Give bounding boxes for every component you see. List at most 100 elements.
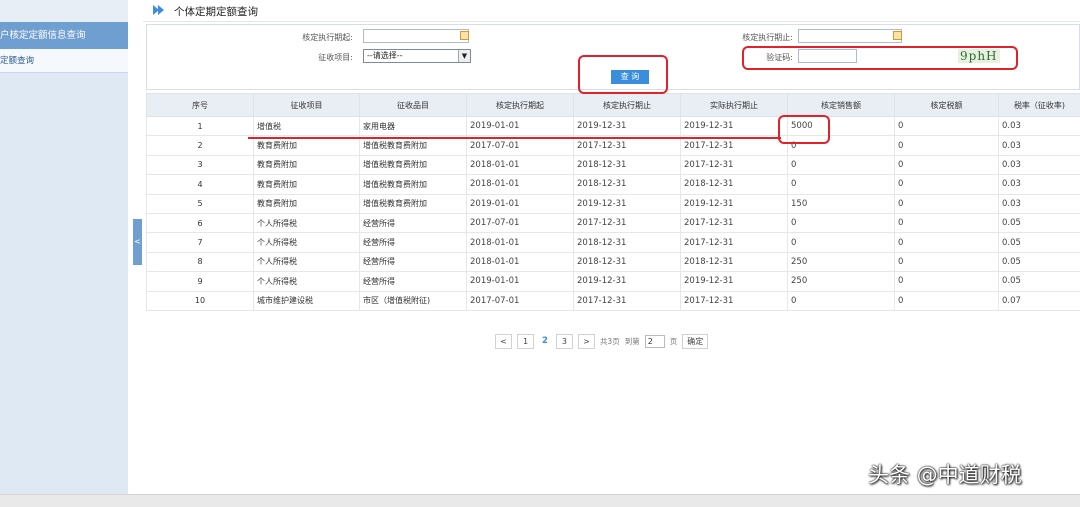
table-cell: 个人所得税 xyxy=(253,271,360,292)
table-cell: 0 xyxy=(787,154,895,176)
table-cell: 0.07 xyxy=(998,290,1080,311)
table-row[interactable]: 6 个人所得税 经营所得 2017-07-01 2017-12-31 2017-12-31… xyxy=(146,212,1080,234)
column-header: 核定执行期止 xyxy=(573,93,681,117)
table-cell: 0 xyxy=(894,154,999,176)
double-arrow-right-icon xyxy=(153,5,165,18)
table-cell: 2018-12-31 xyxy=(573,174,681,195)
annotation-captcha-circle xyxy=(742,46,1018,70)
page-1-button[interactable]: 1 xyxy=(517,333,534,349)
column-header: 核定执行期起 xyxy=(466,93,574,117)
column-header: 税率（征收率) xyxy=(998,93,1080,117)
end-date-input[interactable] xyxy=(798,29,902,43)
goto-label: 到第 xyxy=(624,336,640,346)
table-row[interactable]: 9 个人所得税 经营所得 2019-01-01 2019-12-31 2019-12-31… xyxy=(146,271,1080,292)
table-cell: 家用电器 xyxy=(359,115,467,137)
table-cell: 2018-12-31 xyxy=(680,174,788,195)
table-cell: 8 xyxy=(146,251,254,273)
table-cell: 经营所得 xyxy=(359,251,467,273)
table-cell: 增值税教育费附加 xyxy=(359,193,467,214)
table-cell: 增值税教育费附加 xyxy=(359,174,467,195)
table-cell: 2019-01-01 xyxy=(466,115,574,137)
table-cell: 2018-01-01 xyxy=(466,251,574,273)
table-cell: 2017-12-31 xyxy=(680,232,788,253)
table-cell: 0 xyxy=(894,193,999,214)
total-pages-text: 共3页 xyxy=(599,336,620,346)
table-cell: 2017-12-31 xyxy=(573,290,681,311)
pagination: < 1 2 3 > 共3页 到第 2 页 确定 xyxy=(495,333,709,349)
table-cell: 2018-01-01 xyxy=(466,174,574,195)
table-cell: 0.05 xyxy=(998,232,1080,253)
start-date-label: 核定执行期起: xyxy=(302,33,353,42)
next-page-button[interactable]: > xyxy=(577,333,595,349)
table-cell: 2019-12-31 xyxy=(573,115,681,137)
table-cell: 1 xyxy=(146,115,254,137)
table-cell: 个人所得税 xyxy=(253,232,360,253)
table-cell: 增值税 xyxy=(253,115,360,137)
table-cell: 0 xyxy=(787,232,895,253)
table-cell: 2018-12-31 xyxy=(573,154,681,176)
table-cell: 5 xyxy=(146,193,254,214)
table-cell: 增值税教育费附加 xyxy=(359,154,467,176)
sidebar-header xyxy=(0,0,128,22)
table-cell: 2019-12-31 xyxy=(680,115,788,137)
table-row[interactable]: 7 个人所得税 经营所得 2018-01-01 2018-12-31 2017-12-31… xyxy=(146,232,1080,253)
table-cell: 2019-01-01 xyxy=(466,193,574,214)
item-select[interactable]: --请选择-- ▼ xyxy=(363,49,471,63)
horizontal-scrollbar[interactable] xyxy=(0,494,1080,507)
page-3-button[interactable]: 3 xyxy=(555,333,573,349)
sidebar-collapse-handle[interactable]: < xyxy=(133,219,142,265)
annotation-underline xyxy=(248,137,781,139)
table-cell: 7 xyxy=(146,232,254,253)
item-label: 征收项目: xyxy=(318,53,353,62)
table-cell: 2017-12-31 xyxy=(573,212,681,234)
table-cell: 0 xyxy=(894,212,999,234)
table-cell: 2017-12-31 xyxy=(680,154,788,176)
table-cell: 4 xyxy=(146,174,254,195)
dropdown-arrow-icon[interactable]: ▼ xyxy=(458,50,470,62)
calendar-icon[interactable] xyxy=(460,31,469,40)
page-header: 个体定期定额查询 xyxy=(143,0,1080,22)
column-header: 序号 xyxy=(146,93,254,117)
start-date-input[interactable] xyxy=(363,29,469,43)
table-row[interactable]: 3 教育费附加 增值税教育费附加 2018-01-01 2018-12-31 2017-1… xyxy=(146,154,1080,176)
sidebar-item-quota-info-query[interactable]: 户核定定额信息查询 xyxy=(0,22,128,49)
table-cell: 0 xyxy=(894,135,999,156)
table-cell: 6 xyxy=(146,212,254,234)
table-row[interactable]: 5 教育费附加 增值税教育费附加 2019-01-01 2019-12-31 2019-1… xyxy=(146,193,1080,214)
table-row[interactable]: 8 个人所得税 经营所得 2018-01-01 2018-12-31 2018-12-31… xyxy=(146,251,1080,273)
table-cell: 0 xyxy=(894,232,999,253)
table-row[interactable]: 4 教育费附加 增值税教育费附加 2018-01-01 2018-12-31 2018-1… xyxy=(146,174,1080,195)
watermark: 头条 @中道财税 xyxy=(868,463,1022,487)
column-header: 核定税额 xyxy=(894,93,999,117)
table-cell: 2017-07-01 xyxy=(466,290,574,311)
table-cell: 0 xyxy=(787,174,895,195)
table-cell: 2018-01-01 xyxy=(466,232,574,253)
table-row[interactable]: 1 增值税 家用电器 2019-01-01 2019-12-31 2019-12-31 50… xyxy=(146,115,1080,137)
column-header: 征收项目 xyxy=(253,93,360,117)
table-cell: 0.03 xyxy=(998,193,1080,214)
table-row[interactable]: 10 城市维护建设税 市区（增值税附征) 2017-07-01 2017-12-31 20… xyxy=(146,290,1080,311)
table-cell: 10 xyxy=(146,290,254,311)
confirm-goto-button[interactable]: 确定 xyxy=(682,333,709,349)
table-cell: 2017-12-31 xyxy=(680,212,788,234)
sidebar-item-quota-query[interactable]: 定额查询 xyxy=(0,49,128,73)
table-cell: 0 xyxy=(894,115,999,137)
table-cell: 0.03 xyxy=(998,115,1080,137)
prev-page-button[interactable]: < xyxy=(495,333,512,349)
table-cell: 个人所得税 xyxy=(253,212,360,234)
table-cell: 2019-12-31 xyxy=(573,271,681,292)
table-cell: 0.03 xyxy=(998,154,1080,176)
table-cell: 2 xyxy=(146,135,254,156)
end-date-label: 核定执行期止: xyxy=(742,33,793,42)
table-cell: 2018-01-01 xyxy=(466,154,574,176)
quota-table: 序号 征收项目 征收品目 核定执行期起 核定执行期止 实际执行期止 核定销售额 核定税额 税率（… xyxy=(146,93,1080,311)
table-cell: 市区（增值税附征) xyxy=(359,290,467,311)
table-cell: 0.05 xyxy=(998,251,1080,273)
calendar-icon[interactable] xyxy=(893,31,902,40)
table-cell: 150 xyxy=(787,193,895,214)
table-cell: 0.05 xyxy=(998,212,1080,234)
goto-page-input[interactable]: 2 xyxy=(644,334,665,348)
table-cell: 0 xyxy=(787,290,895,311)
page-2-current: 2 xyxy=(542,336,548,346)
sidebar: 户核定定额信息查询 定额查询 xyxy=(0,0,128,494)
